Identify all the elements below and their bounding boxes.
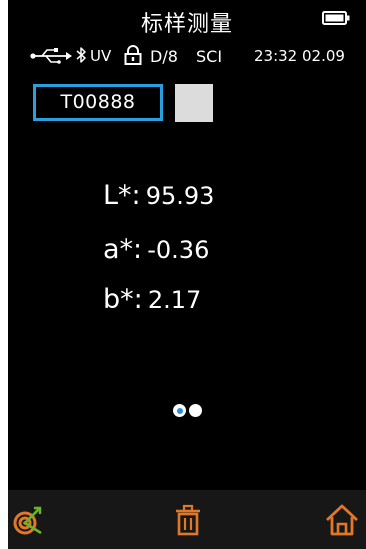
datetime: 23:32 02.09: [254, 47, 345, 65]
bluetooth-icon: [76, 47, 86, 63]
measurement-l: L*: 95.93: [103, 180, 214, 211]
measurement-label: a*:: [103, 234, 143, 265]
delete-button[interactable]: [170, 502, 206, 538]
page-dot[interactable]: [189, 404, 202, 417]
page-title: 标样测量: [140, 12, 233, 37]
home-button[interactable]: [324, 502, 360, 538]
page-dot-active[interactable]: [173, 404, 186, 417]
color-swatch: [175, 84, 213, 122]
measurement-label: b*:: [103, 284, 143, 315]
trash-icon: [176, 504, 200, 536]
lock-icon: [124, 45, 142, 65]
page-indicator: [171, 403, 211, 419]
status-row: UV D/8 SCI 23:32 02.09: [8, 44, 366, 68]
home-icon: [326, 504, 358, 536]
measurement-a: a*: -0.36: [103, 234, 209, 265]
device-screen: 标样测量 UV D/8 SCI 23:32 02.09 T00888 L*: 9…: [8, 0, 366, 549]
battery-icon: [322, 11, 350, 25]
usb-icon: [30, 48, 72, 64]
measurement-label: L*:: [103, 180, 141, 211]
measurement-value: 2.17: [147, 286, 202, 314]
title-bar: 标样测量: [8, 0, 366, 38]
measurement-value: 95.93: [145, 182, 215, 210]
measurement-value: -0.36: [147, 236, 210, 264]
sample-id-field[interactable]: T00888: [33, 84, 163, 121]
target-button[interactable]: [10, 502, 46, 538]
specular-mode-label: SCI: [196, 47, 223, 66]
target-icon: [13, 506, 42, 535]
uv-indicator: UV: [90, 47, 112, 65]
geometry-label: D/8: [150, 47, 178, 66]
measurement-b: b*: 2.17: [103, 284, 201, 315]
bottom-toolbar: [8, 490, 366, 549]
